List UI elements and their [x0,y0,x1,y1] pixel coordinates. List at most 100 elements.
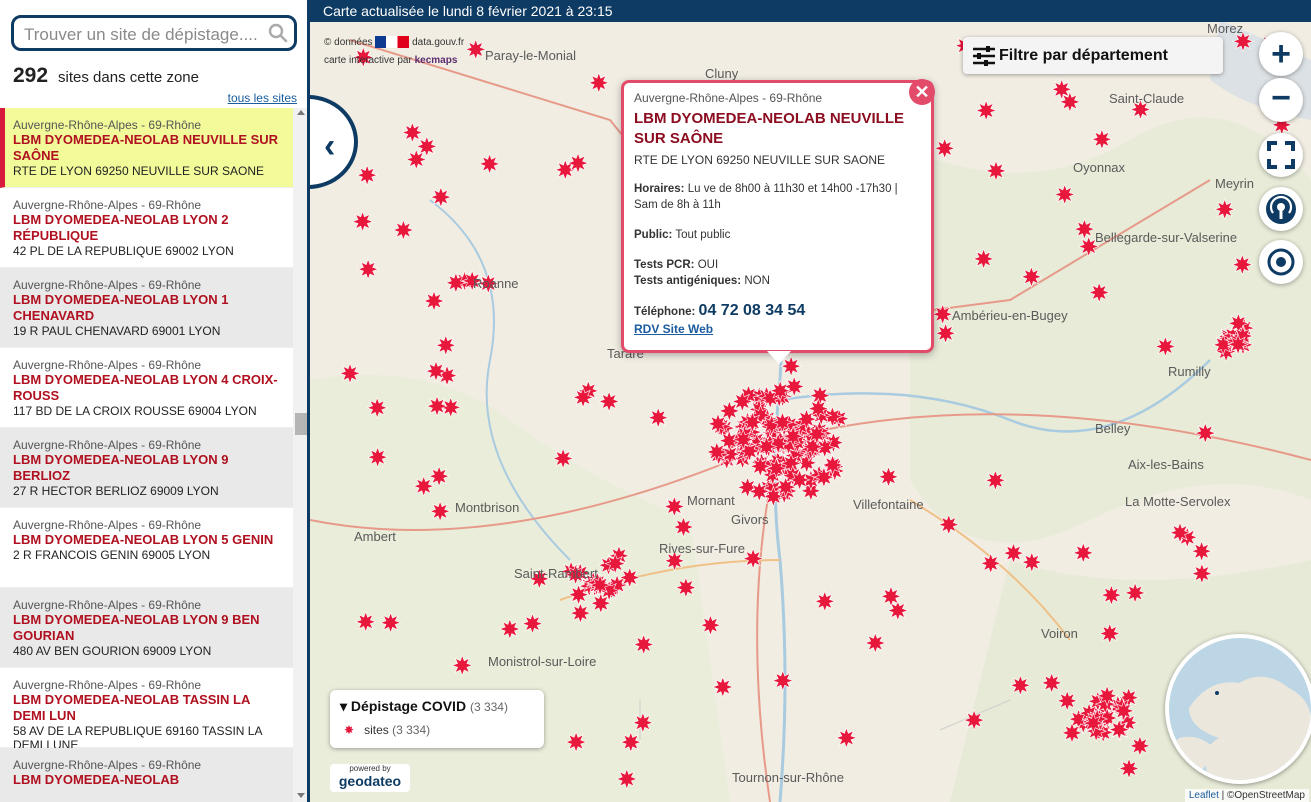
site-marker[interactable] [444,271,467,294]
site-marker[interactable] [565,731,587,753]
department-filter-button[interactable]: Filtre par département [963,37,1223,74]
site-marker[interactable] [975,99,998,122]
site-marker[interactable] [392,219,415,241]
powered-by-logo[interactable]: powered by geodateo [330,764,410,792]
locate-button[interactable] [1259,240,1303,284]
site-marker[interactable] [598,390,620,413]
site-marker[interactable] [972,247,995,270]
site-marker[interactable] [357,258,379,281]
site-marker[interactable] [415,135,438,158]
site-marker[interactable] [428,465,450,488]
map[interactable]: Paray-le-Monial Cluny Roanne Tarare Vill… [310,0,1311,802]
site-marker[interactable] [366,446,389,469]
site-marker[interactable] [813,590,836,613]
list-item[interactable]: Auvergne-Rhône-Alpes - 69-Rhône LBM DYOM… [0,348,293,428]
site-marker[interactable] [356,164,379,187]
site-marker[interactable] [1002,542,1025,564]
site-marker[interactable] [1072,542,1095,564]
site-marker[interactable] [552,447,575,470]
site-marker[interactable] [732,428,755,451]
site-marker[interactable] [632,633,655,656]
site-marker[interactable] [430,186,452,208]
site-marker[interactable] [451,654,474,677]
site-marker[interactable] [1169,521,1191,544]
site-marker[interactable] [572,386,595,409]
site-marker[interactable] [1082,712,1105,735]
site-marker[interactable] [567,583,590,606]
site-marker[interactable] [1020,265,1043,288]
site-marker[interactable] [1128,734,1151,757]
site-marker[interactable] [755,435,778,458]
site-marker[interactable] [423,290,445,312]
site-marker[interactable] [934,322,957,345]
list-item[interactable]: Auvergne-Rhône-Alpes - 69-Rhône LBM DYOM… [0,668,293,752]
site-marker[interactable] [1190,540,1213,563]
credits-brand[interactable]: kecmaps [415,55,458,66]
site-marker[interactable] [1098,622,1121,645]
site-marker[interactable] [1020,551,1043,574]
site-marker[interactable] [567,152,589,175]
site-marker[interactable] [741,411,764,434]
site-marker[interactable] [1090,128,1113,151]
site-marker[interactable] [1118,757,1140,780]
site-marker[interactable] [1053,183,1076,206]
site-marker[interactable] [429,500,452,523]
site-marker[interactable] [569,602,592,624]
site-marker[interactable] [587,71,610,94]
list-item[interactable]: Auvergne-Rhône-Alpes - 69-Rhône LBM DYOM… [0,588,293,668]
site-marker[interactable] [1056,689,1079,712]
site-marker[interactable] [1061,722,1083,744]
site-marker[interactable] [985,160,1007,182]
site-marker[interactable] [663,495,686,518]
leaflet-link[interactable]: Leaflet [1189,790,1219,801]
sidebar-scrollbar[interactable] [293,108,307,802]
site-marker[interactable] [1096,684,1119,707]
legend-title[interactable]: ▾ Dépistage COVID (3 334) [340,698,534,715]
site-marker[interactable] [412,475,435,498]
site-marker[interactable] [351,210,374,233]
site-marker[interactable] [1088,281,1111,304]
site-marker[interactable] [774,476,797,499]
site-marker[interactable] [1227,333,1250,356]
site-marker[interactable] [931,303,954,326]
broadcast-button[interactable] [1259,187,1303,231]
site-marker[interactable] [1124,581,1147,604]
site-marker[interactable] [807,397,830,420]
site-marker[interactable] [434,334,457,357]
site-marker[interactable] [813,466,835,489]
site-marker[interactable] [498,618,521,640]
site-marker[interactable] [1231,253,1254,276]
site-marker[interactable] [426,395,448,417]
site-marker[interactable] [731,390,754,413]
credits-gov[interactable]: data.gouv.fr [412,37,464,48]
list-item[interactable]: Auvergne-Rhône-Alpes - 69-Rhône LBM DYOM… [0,748,293,802]
site-marker[interactable] [835,726,858,749]
site-marker[interactable] [711,676,734,698]
site-marker[interactable] [379,611,402,634]
site-marker[interactable] [354,610,377,633]
site-marker[interactable] [749,455,772,478]
scroll-thumb[interactable] [295,413,307,435]
site-marker[interactable] [771,669,794,692]
close-icon[interactable]: ✕ [909,79,935,105]
site-marker[interactable] [1194,422,1217,444]
site-marker[interactable] [748,480,771,503]
site-marker[interactable] [366,396,389,419]
site-marker[interactable] [769,379,792,402]
list-item[interactable]: Auvergne-Rhône-Alpes - 69-Rhône LBM DYOM… [0,508,293,588]
site-marker[interactable] [615,768,638,790]
site-marker[interactable] [619,731,642,754]
site-marker[interactable] [647,406,670,429]
list-item[interactable]: Auvergne-Rhône-Alpes - 69-Rhône LBM DYOM… [0,108,293,188]
site-marker[interactable] [425,360,447,383]
site-marker[interactable] [1009,674,1032,697]
site-marker[interactable] [405,148,428,171]
site-marker[interactable] [783,375,806,398]
search-icon[interactable] [268,23,288,43]
site-marker[interactable] [1100,584,1123,606]
list-item[interactable]: Auvergne-Rhône-Alpes - 69-Rhône LBM DYOM… [0,428,293,508]
site-marker[interactable] [963,709,985,731]
site-marker[interactable] [984,469,1007,492]
site-marker[interactable] [880,585,902,608]
popup-phone-value[interactable]: 04 72 08 34 54 [699,302,806,319]
